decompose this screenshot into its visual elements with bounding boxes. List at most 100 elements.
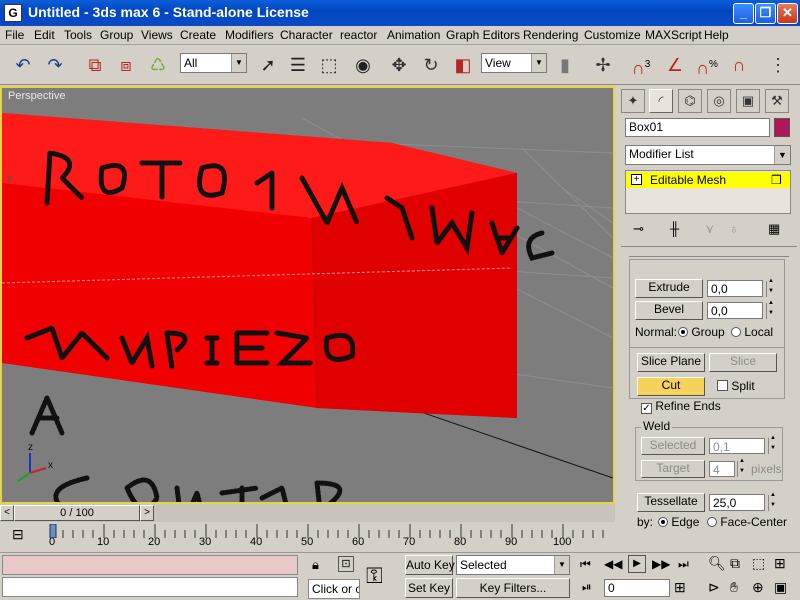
- extrude-amount-field[interactable]: 0,0: [707, 280, 763, 297]
- tessellate-face-center-radio[interactable]: Face-Center: [707, 515, 787, 529]
- select-object-icon[interactable]: ➚: [255, 53, 281, 77]
- weld-selected-button[interactable]: Selected: [641, 437, 705, 455]
- utilities-tab[interactable]: ⚒: [765, 89, 789, 113]
- arc-rotate-icon[interactable]: ⊕: [752, 579, 764, 596]
- key-mode-toggle-icon[interactable]: ⏯: [582, 580, 592, 595]
- object-color-swatch[interactable]: [774, 118, 790, 137]
- viewport-label[interactable]: Perspective: [8, 90, 65, 102]
- undo-icon[interactable]: ↶: [10, 53, 36, 77]
- angle-snap-icon[interactable]: ∠: [662, 53, 688, 77]
- menu-modifiers[interactable]: Modifiers: [225, 28, 274, 42]
- key-filters-button[interactable]: Key Filters...: [456, 578, 570, 598]
- play-icon[interactable]: ▶: [628, 555, 646, 573]
- bevel-amount-field[interactable]: 0,0: [707, 302, 763, 319]
- extrude-spinner[interactable]: [766, 278, 776, 297]
- tessellate-tension-field[interactable]: 25,0: [709, 494, 765, 511]
- track-bar[interactable]: ⊟ 0 10 20 30 40 50 60 70 80 90 100: [0, 522, 615, 550]
- rect-selection-icon[interactable]: ⬚: [316, 53, 342, 77]
- create-tab[interactable]: ✦: [621, 89, 645, 113]
- slice-plane-button[interactable]: Slice Plane: [637, 353, 705, 372]
- time-slider-next[interactable]: >: [140, 505, 154, 521]
- minimize-button[interactable]: _: [733, 3, 754, 24]
- unlink-icon[interactable]: ⧈: [113, 53, 139, 77]
- time-configuration-icon[interactable]: ⊞: [674, 579, 686, 596]
- slice-button[interactable]: Slice: [709, 353, 777, 372]
- menu-maxscript[interactable]: MAXScript: [645, 28, 702, 42]
- go-to-end-icon[interactable]: ⏭: [678, 557, 689, 572]
- rotate-icon[interactable]: ↻: [418, 53, 444, 77]
- window-crossing-icon[interactable]: ◉: [350, 53, 376, 77]
- manipulate-icon[interactable]: ✢: [590, 53, 616, 77]
- go-to-start-icon[interactable]: ⏮: [580, 557, 591, 572]
- rollout-area[interactable]: Extrude 0,0 Bevel 0,0 Normal: Group Loca…: [621, 246, 797, 546]
- field-of-view-icon[interactable]: ⊳: [708, 579, 720, 596]
- extrude-button[interactable]: Extrude: [635, 279, 703, 298]
- absolute-mode-icon[interactable]: ⊡: [338, 556, 354, 572]
- motion-tab[interactable]: ◎: [707, 89, 731, 113]
- next-frame-icon[interactable]: ▶▶: [652, 557, 670, 571]
- hierarchy-tab[interactable]: ⌬: [678, 89, 702, 113]
- spinner-snap-icon[interactable]: ∩: [726, 53, 752, 77]
- current-frame-field[interactable]: 0: [604, 579, 670, 597]
- perspective-viewport[interactable]: Perspective z x y: [0, 86, 615, 504]
- maximize-viewport-icon[interactable]: ▣: [774, 579, 787, 596]
- bevel-spinner[interactable]: [766, 300, 776, 319]
- weld-threshold-field[interactable]: 0,1: [709, 438, 765, 454]
- menu-reactor[interactable]: reactor: [340, 28, 377, 42]
- maximize-button[interactable]: ❐: [755, 3, 776, 24]
- modifier-list-dropdown[interactable]: Modifier List ▼: [625, 145, 791, 165]
- weld-target-button[interactable]: Target: [641, 460, 705, 478]
- display-tab[interactable]: ▣: [736, 89, 760, 113]
- menu-customize[interactable]: Customize: [584, 28, 641, 42]
- time-slider-prev[interactable]: <: [0, 505, 14, 521]
- maxscript-input[interactable]: [2, 577, 298, 597]
- set-key-button[interactable]: Set Key: [405, 578, 453, 598]
- auto-key-button[interactable]: Auto Key: [405, 555, 455, 575]
- use-pivot-icon[interactable]: ▮: [552, 53, 578, 77]
- pin-stack-icon[interactable]: ⊸: [633, 221, 644, 237]
- normal-group-radio[interactable]: Group: [678, 325, 725, 339]
- stack-item-editable-mesh[interactable]: + Editable Mesh ❒: [626, 172, 790, 188]
- percent-snap-icon[interactable]: ∩%: [694, 53, 720, 78]
- menu-character[interactable]: Character: [280, 28, 333, 42]
- scale-icon[interactable]: ◧: [450, 53, 476, 77]
- maxscript-listener-mini[interactable]: [2, 555, 298, 575]
- menu-file[interactable]: File: [5, 28, 24, 42]
- menu-views[interactable]: Views: [141, 28, 173, 42]
- configure-sets-icon[interactable]: ▦: [768, 221, 780, 237]
- time-slider-thumb[interactable]: 0 / 100: [14, 505, 140, 521]
- menu-group[interactable]: Group: [100, 28, 133, 42]
- time-slider[interactable]: < 0 / 100 >: [0, 504, 615, 522]
- menu-create[interactable]: Create: [180, 28, 216, 42]
- zoom-all-icon[interactable]: ⧉: [730, 555, 740, 572]
- bind-space-warp-icon[interactable]: ♺: [145, 53, 171, 77]
- show-end-result-icon[interactable]: ╫: [670, 221, 679, 236]
- move-icon[interactable]: ✥: [386, 53, 412, 77]
- bevel-button[interactable]: Bevel: [635, 301, 703, 320]
- tessellate-button[interactable]: Tessellate: [637, 493, 705, 512]
- weld-threshold-spinner[interactable]: [768, 435, 778, 454]
- modify-tab[interactable]: ◜: [649, 89, 673, 113]
- menu-animation[interactable]: Animation: [387, 28, 440, 42]
- zoom-extents-all-icon[interactable]: ⊞: [774, 555, 786, 572]
- app-icon[interactable]: G: [4, 4, 22, 22]
- selection-filter-dropdown[interactable]: All ▼: [180, 53, 247, 73]
- menu-rendering[interactable]: Rendering: [523, 28, 578, 42]
- key-icon[interactable]: ⚿: [366, 563, 383, 589]
- stack-expand-icon[interactable]: +: [631, 174, 642, 185]
- key-mode-dropdown[interactable]: Selected ▼: [456, 555, 570, 575]
- pan-icon[interactable]: ✋︎: [730, 579, 738, 596]
- mini-curve-editor-icon[interactable]: ⊟: [12, 526, 24, 543]
- refine-ends-checkbox[interactable]: ✓ Refine Ends: [641, 399, 721, 414]
- tessellate-spinner[interactable]: [768, 492, 778, 511]
- remove-modifier-icon[interactable]: ♁: [729, 221, 739, 236]
- lock-selection-icon[interactable]: 🔒︎: [312, 557, 319, 573]
- menu-graph-editors[interactable]: Graph Editors: [446, 28, 520, 42]
- tessellate-edge-radio[interactable]: Edge: [658, 515, 699, 529]
- zoom-extents-icon[interactable]: ⬚: [752, 555, 765, 572]
- menu-tools[interactable]: Tools: [64, 28, 92, 42]
- split-checkbox[interactable]: Split: [717, 379, 755, 393]
- previous-frame-icon[interactable]: ◀◀: [604, 557, 622, 571]
- snap-3d-icon[interactable]: ∩3: [628, 53, 654, 78]
- object-name-field[interactable]: Box01: [625, 118, 770, 137]
